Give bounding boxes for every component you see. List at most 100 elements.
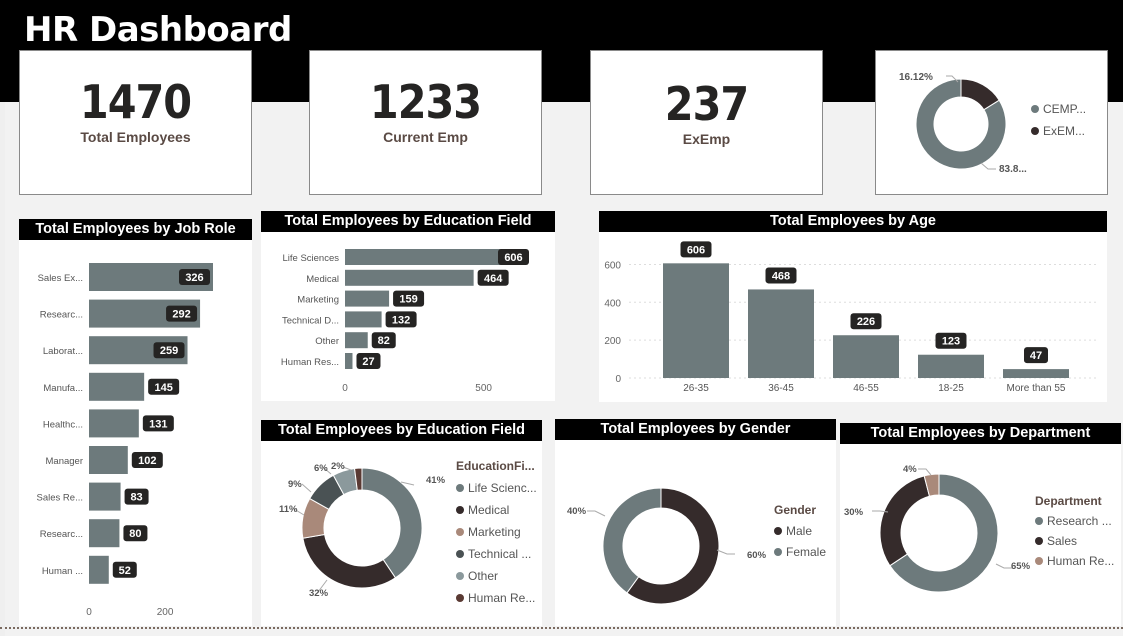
bar-value-label: 326 <box>185 272 203 284</box>
donut-slice <box>302 533 397 589</box>
bar-value-label: 159 <box>399 294 417 306</box>
kpi-card-exemp[interactable]: 237 ExEmp <box>590 50 823 195</box>
slice-label: 30% <box>844 507 864 518</box>
edu-bar-chart[interactable]: Life Sciences 606 Medical 464 Marketing 159 Te… <box>261 231 555 401</box>
bar <box>1003 369 1069 378</box>
slice-label: 6% <box>314 463 328 474</box>
leader-line <box>301 483 312 493</box>
bar-category-label: Technical D... <box>282 315 339 326</box>
leader-line <box>716 549 735 555</box>
legend-label: Human Re... <box>468 591 535 605</box>
edu-donut-chart[interactable]: 41% 32% 11% 9% 6% 2% EducationFi... Life Scienc… <box>261 440 542 626</box>
bar-category-label: Researc... <box>40 529 83 540</box>
bar <box>345 249 513 265</box>
kpi-label: ExEmp <box>682 131 731 147</box>
legend-marker <box>456 484 464 492</box>
bar-value-label: 468 <box>772 270 790 282</box>
legend-marker <box>1035 557 1043 565</box>
bar <box>345 353 353 369</box>
legend-label: ExEM... <box>1043 124 1085 138</box>
x-tick-label: 200 <box>157 607 174 618</box>
slice-label: 60% <box>747 550 767 561</box>
legend-marker <box>1031 127 1039 135</box>
slice-label: 32% <box>309 588 329 599</box>
bar <box>833 335 899 378</box>
attrition-donut-card[interactable]: 16.12% 83.8... CEMP... ExEM... <box>875 50 1108 195</box>
legend-label: Medical <box>468 503 509 517</box>
slice-label: 40% <box>567 506 587 517</box>
legend-marker <box>774 527 782 535</box>
kpi-value: 237 <box>664 77 749 131</box>
donut-slice <box>879 475 931 567</box>
bar-category-label: Medical <box>306 274 339 285</box>
edu-donut-title: Total Employees by Education Field <box>261 420 542 441</box>
legend-marker <box>456 594 464 602</box>
bar <box>918 354 984 378</box>
bar-category-label: Life Sciences <box>282 253 339 264</box>
legend-marker <box>1035 537 1043 545</box>
leader-line <box>995 563 1012 569</box>
x-tick-label: More than 55 <box>1007 383 1066 394</box>
x-tick-label: 18-25 <box>938 383 964 394</box>
bar <box>345 290 390 307</box>
legend-marker <box>456 506 464 514</box>
age-bar-chart[interactable]: 0 200 400 600 26-35 606 36-45 468 46-55 226 18-25 1… <box>599 232 1107 402</box>
bar <box>663 263 729 378</box>
slice-label: 83.8... <box>999 164 1027 175</box>
jobrole-title: Total Employees by Job Role <box>19 219 252 240</box>
gender-donut-chart[interactable]: 60% 40% Gender Male Female <box>555 440 836 626</box>
kpi-label: Current Emp <box>383 129 468 145</box>
jobrole-bar-chart[interactable]: Sales Ex... 326 Researc... 292 Laborat... 259… <box>19 238 252 626</box>
x-tick-label: 36-45 <box>768 383 794 394</box>
bar <box>89 409 139 438</box>
bar-value-label: 464 <box>484 273 503 285</box>
kpi-card-total[interactable]: 1470 Total Employees <box>19 50 252 195</box>
bar-value-label: 102 <box>138 455 156 467</box>
dept-donut-chart[interactable]: 65% 30% 4% Department Research ... Sales Human… <box>840 444 1121 626</box>
legend-title: EducationFi... <box>456 459 535 473</box>
kpi-value: 1233 <box>369 75 482 129</box>
bar-value-label: 80 <box>129 528 141 540</box>
bar-value-label: 145 <box>154 382 172 394</box>
slice-label: 65% <box>1011 561 1031 572</box>
x-tick-label: 0 <box>342 383 348 394</box>
bar-value-label: 123 <box>942 336 960 348</box>
x-tick-label: 46-55 <box>853 383 879 394</box>
bar-value-label: 606 <box>504 252 522 264</box>
dept-title: Total Employees by Department <box>840 423 1121 444</box>
legend-label: Human Re... <box>1047 554 1114 568</box>
bar <box>748 289 814 378</box>
bar-value-label: 27 <box>362 356 374 368</box>
bar-category-label: Healthc... <box>43 419 83 430</box>
bar-category-label: Human ... <box>42 566 83 577</box>
legend-label: Research ... <box>1047 514 1112 528</box>
slice-label: 9% <box>288 479 302 490</box>
legend-marker <box>456 528 464 536</box>
legend-title: Department <box>1035 494 1102 508</box>
legend-marker <box>774 548 782 556</box>
legend-label: Marketing <box>468 525 521 539</box>
legend-label: Sales <box>1047 534 1077 548</box>
slice-label: 41% <box>426 475 446 486</box>
bar-category-label: Researc... <box>40 310 83 321</box>
bar-value-label: 292 <box>172 309 190 321</box>
bar-value-label: 606 <box>687 244 705 256</box>
attrition-donut-chart[interactable]: 16.12% 83.8... CEMP... ExEM... <box>876 51 1107 194</box>
bar <box>89 372 145 401</box>
bar-value-label: 82 <box>378 335 390 347</box>
bar-value-label: 131 <box>149 418 167 430</box>
slice-label: 16.12% <box>899 72 933 83</box>
x-tick-label: 0 <box>86 607 92 618</box>
bar <box>89 555 109 584</box>
bottom-divider <box>0 627 1123 629</box>
x-tick-label: 26-35 <box>683 383 709 394</box>
edu-bar-title: Total Employees by Education Field <box>261 211 555 232</box>
legend-marker <box>1035 517 1043 525</box>
legend-label: Female <box>786 545 826 559</box>
bar-value-label: 52 <box>119 565 131 577</box>
legend-marker <box>456 572 464 580</box>
bar-category-label: Human Res... <box>281 357 339 368</box>
slice-label: 11% <box>279 504 298 515</box>
gender-title: Total Employees by Gender <box>555 419 836 440</box>
kpi-card-current[interactable]: 1233 Current Emp <box>309 50 542 195</box>
